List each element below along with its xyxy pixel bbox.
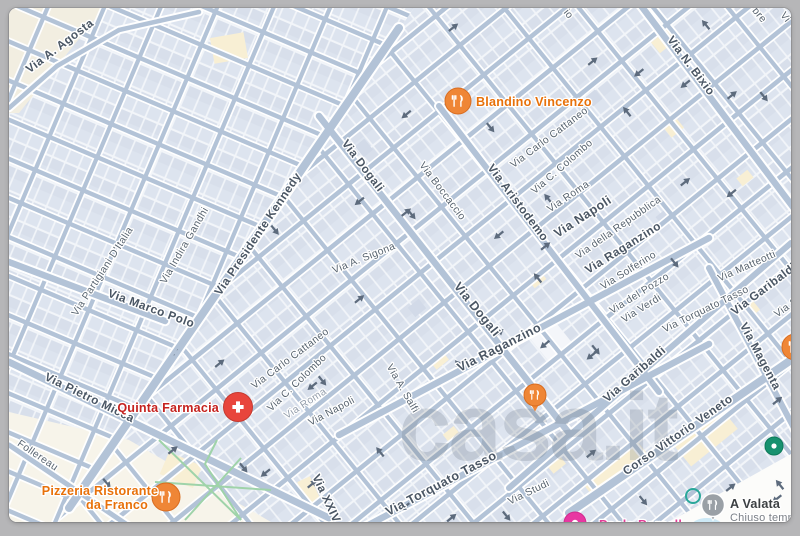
- map-svg: casa.it Via A. Agosta Via Partigiani D'I…: [9, 8, 791, 522]
- poi-marker-garden[interactable]: [765, 437, 783, 455]
- poi-label-pizzeria-line2[interactable]: da Franco: [86, 498, 148, 512]
- poi-label-valata[interactable]: A Valata: [730, 497, 781, 511]
- poi-label-pink[interactable]: Paolo Borsell: [599, 518, 682, 522]
- poi-label-blandino[interactable]: Blandino Vincenzo: [476, 95, 592, 109]
- map-canvas[interactable]: casa.it Via A. Agosta Via Partigiani D'I…: [9, 8, 791, 522]
- garden-icon: [771, 443, 776, 448]
- poi-status-valata: Chiuso tempo: [730, 512, 791, 522]
- poi-marker-farmacia[interactable]: [224, 393, 253, 422]
- poi-label-farmacia[interactable]: Quinta Farmacia: [117, 401, 219, 415]
- poi-label-pizzeria-line1[interactable]: Pizzeria Ristorante: [42, 484, 158, 498]
- poi-marker-blandino[interactable]: [445, 88, 471, 114]
